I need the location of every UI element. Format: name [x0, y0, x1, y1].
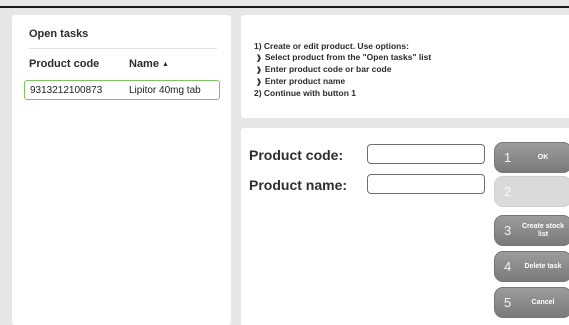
instructions-text: 1) Create or edit product. Use options: … [254, 41, 431, 99]
column-header-name[interactable]: Name ▲ [129, 58, 169, 70]
instruction-bullet: ❱ Enter product code or bar code [254, 64, 431, 76]
button-number: 4 [504, 259, 512, 274]
button-number: 5 [504, 295, 512, 310]
task-row[interactable]: 9313212100873 Lipitor 40mg tab [24, 80, 220, 100]
button-label: OK [537, 153, 549, 161]
column-header-name-label: Name [129, 58, 159, 70]
button-number: 1 [504, 150, 512, 165]
task-row-code: 9313212100873 [30, 85, 103, 96]
column-header-product-code[interactable]: Product code [29, 58, 99, 70]
delete-task-button[interactable]: 4 Delete task [494, 251, 569, 282]
open-tasks-panel: Open tasks Product code Name ▲ 9313212100… [12, 15, 231, 325]
button-label: Cancel [531, 298, 555, 306]
cancel-button[interactable]: 5 Cancel [494, 287, 569, 318]
product-form-panel: Product code: Product name: 1 OK 2 3 Cre… [241, 128, 569, 325]
instruction-bullet: ❱ Enter product name [254, 76, 431, 88]
ok-button[interactable]: 1 OK [494, 142, 569, 173]
product-name-input[interactable] [367, 174, 485, 194]
button-label: Create stock list [521, 222, 565, 238]
product-code-input[interactable] [367, 144, 485, 164]
open-tasks-divider [29, 48, 217, 49]
instruction-step-2: 2) Continue with button 1 [254, 88, 356, 98]
button-number: 3 [504, 223, 512, 238]
double-chevron-right-icon: ❱ [256, 67, 262, 74]
product-name-label: Product name: [249, 177, 348, 193]
button-2-disabled: 2 [494, 176, 569, 207]
column-header-product-code-label: Product code [29, 58, 100, 70]
button-number: 2 [504, 184, 512, 199]
instruction-bullet-text: Enter product code or bar code [264, 64, 392, 74]
open-tasks-title: Open tasks [29, 28, 89, 40]
button-label [517, 177, 569, 206]
top-divider [0, 6, 569, 8]
instruction-bullet-text: Enter product name [264, 76, 346, 86]
create-stock-list-button[interactable]: 3 Create stock list [494, 215, 569, 246]
instructions-panel: 1) Create or edit product. Use options: … [241, 15, 569, 118]
double-chevron-right-icon: ❱ [256, 55, 262, 62]
instruction-bullet-text: Select product from the "Open tasks" lis… [264, 52, 432, 62]
task-row-name: Lipitor 40mg tab [129, 85, 201, 96]
button-label: Delete task [524, 262, 562, 270]
product-code-label: Product code: [249, 147, 344, 163]
instruction-step-1: 1) Create or edit product. Use options: [254, 41, 409, 51]
double-chevron-right-icon: ❱ [256, 79, 262, 86]
instruction-bullet: ❱ Select product from the "Open tasks" li… [254, 52, 431, 64]
sort-ascending-icon: ▲ [161, 61, 169, 68]
